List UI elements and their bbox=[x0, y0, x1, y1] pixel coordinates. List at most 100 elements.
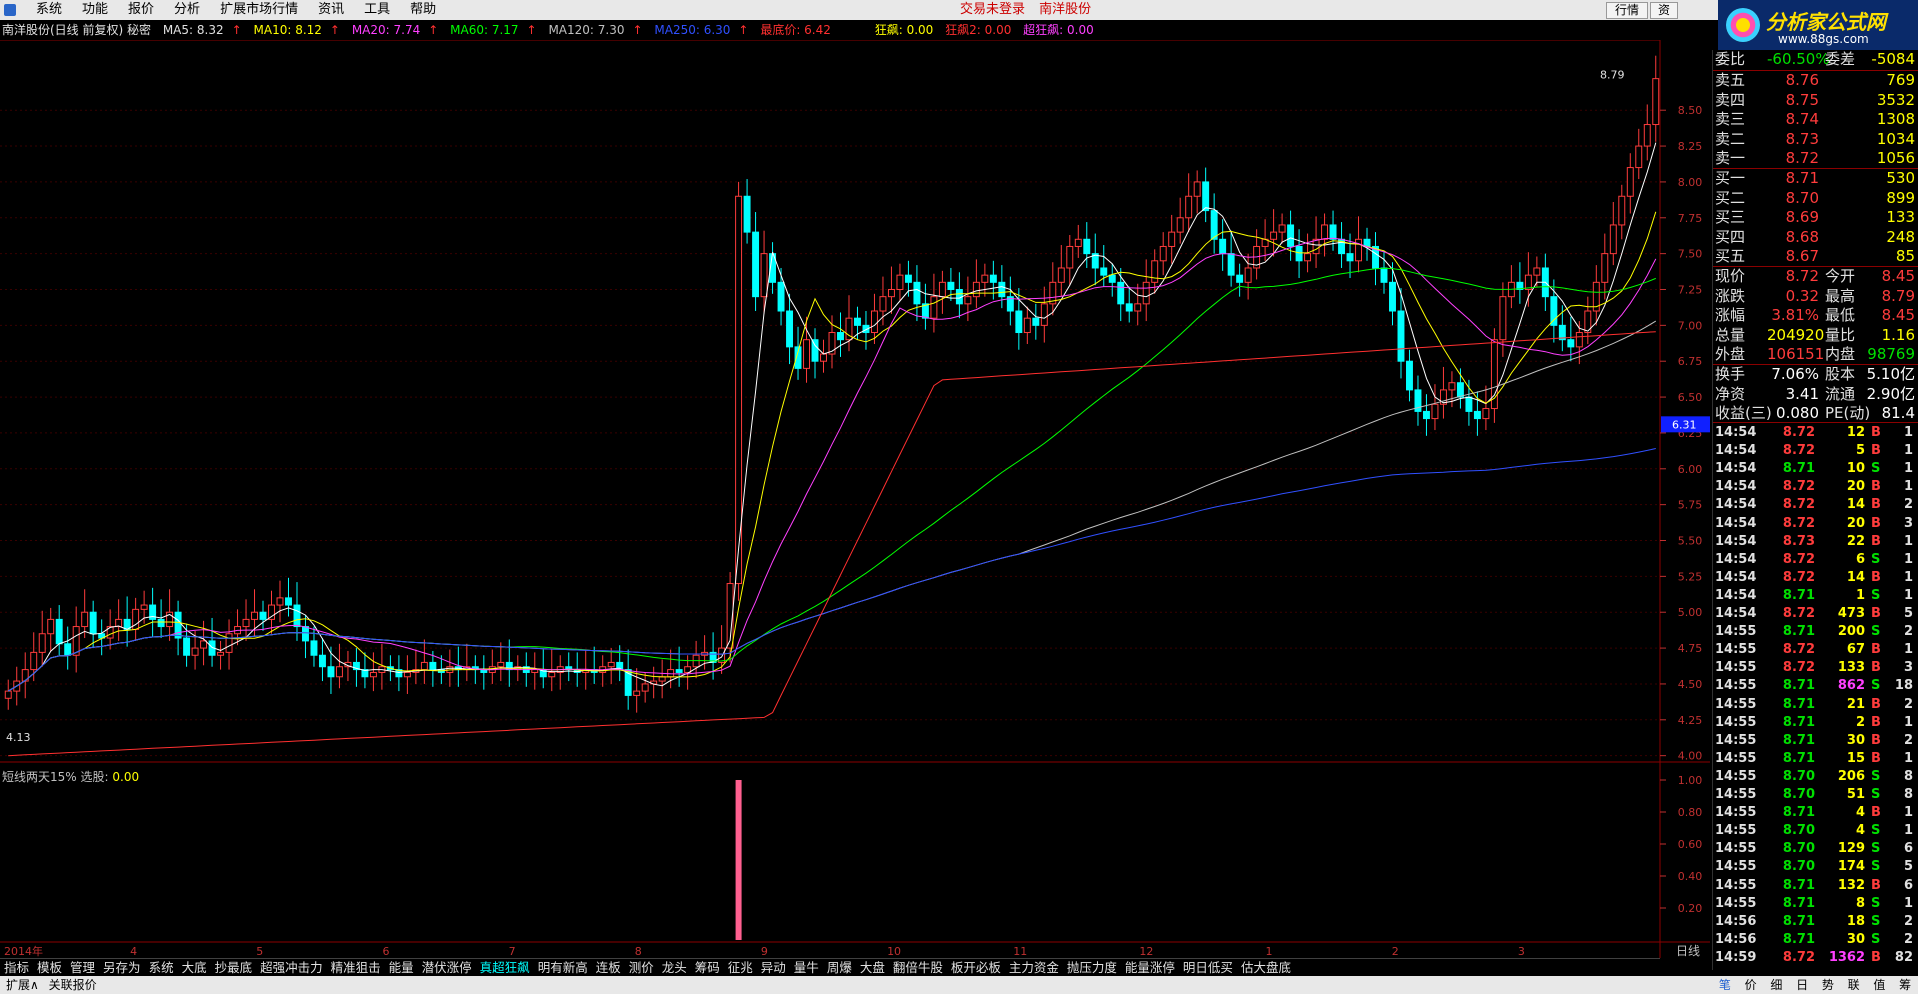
trade-login-status[interactable]: 交易未登录 bbox=[960, 2, 1025, 17]
formula-tab[interactable]: 另存为 bbox=[99, 959, 145, 977]
menu-help[interactable]: 帮助 bbox=[400, 0, 446, 20]
formula-tab[interactable]: 能量涨停 bbox=[1121, 959, 1179, 977]
up-arrow-icon: ↑ bbox=[632, 23, 643, 37]
k-line-chart[interactable]: 8.508.258.007.757.507.257.006.756.506.25… bbox=[0, 40, 1710, 958]
quote-tab[interactable]: 值 bbox=[1867, 976, 1893, 994]
candle-body bbox=[55, 618, 63, 645]
formula-tab[interactable]: 主力资金 bbox=[1005, 959, 1063, 977]
quote-tab[interactable]: 笔 bbox=[1712, 976, 1738, 994]
formula-tab[interactable]: 征兆 bbox=[724, 959, 757, 977]
quote-tab[interactable]: 筹 bbox=[1892, 976, 1918, 994]
formula-tab[interactable]: 筹码 bbox=[691, 959, 724, 977]
fund-row-cell: 2.90亿 bbox=[1866, 384, 1915, 403]
menu-bar: 系统 功能 报价 分析 扩展市场行情 资讯 工具 帮助 交易未登录 南洋股份 行… bbox=[0, 0, 1918, 20]
quote-tab[interactable]: 价 bbox=[1738, 976, 1764, 994]
candle-body bbox=[217, 651, 225, 656]
candle-body bbox=[531, 669, 539, 673]
menu-quote[interactable]: 报价 bbox=[118, 0, 164, 20]
quote-tab[interactable]: 势 bbox=[1815, 976, 1841, 994]
formula-tab[interactable]: 板开必板 bbox=[947, 959, 1005, 977]
candle-body bbox=[200, 640, 208, 649]
formula-tab[interactable]: 异动 bbox=[757, 959, 790, 977]
formula-tab[interactable]: 超强冲击力 bbox=[256, 959, 327, 977]
buy-level-cell: 8.67 bbox=[1785, 247, 1819, 265]
tick-row: 14:55 8.70 51 S 8 bbox=[1715, 786, 1917, 804]
formula-tab-bar: 指标 模板 管理 另存为 系统 大底 抄最底 超强冲击力 精准狙击 能量 潜伏涨停 真超狂飙 明有新高连… bbox=[0, 958, 1660, 977]
y-tick-label: 7.75 bbox=[1678, 212, 1703, 225]
formula-tab[interactable]: 周爆 bbox=[823, 959, 856, 977]
candle-body bbox=[1117, 281, 1125, 305]
formula-tab[interactable]: 估大盘底 bbox=[1237, 959, 1295, 977]
tick-cell: 8 bbox=[1903, 787, 1913, 802]
menu-info[interactable]: 资讯 bbox=[308, 0, 354, 20]
menu-tools[interactable]: 工具 bbox=[354, 0, 400, 20]
info-button[interactable]: 资 bbox=[1650, 2, 1678, 19]
formula-tab[interactable]: 抛压力度 bbox=[1063, 959, 1121, 977]
formula-tab[interactable]: 抄最底 bbox=[211, 959, 257, 977]
tick-cell: 8.71 bbox=[1782, 750, 1815, 766]
formula-tab[interactable]: 龙头 bbox=[658, 959, 691, 977]
formula-tab[interactable]: 连板 bbox=[592, 959, 625, 977]
ma20-value: MA20: 7.74 bbox=[351, 23, 421, 37]
quote-tab[interactable]: 联 bbox=[1841, 976, 1867, 994]
tick-cell: S bbox=[1871, 859, 1881, 875]
formula-tab[interactable]: 系统 bbox=[145, 959, 178, 977]
tick-row: 14:54 8.72 473 B 5 bbox=[1715, 605, 1917, 623]
tick-cell: 14:56 bbox=[1715, 913, 1757, 929]
formula-tab[interactable]: 大底 bbox=[178, 959, 211, 977]
month-label: 2 bbox=[1392, 945, 1399, 958]
formula-tab[interactable]: 明日低买 bbox=[1179, 959, 1237, 977]
quote-button[interactable]: 行情 bbox=[1606, 2, 1648, 19]
formula-tab[interactable]: 翻倍牛股 bbox=[889, 959, 947, 977]
menu-system[interactable]: 系统 bbox=[26, 0, 72, 20]
fund-row-cell: 0.080 bbox=[1776, 404, 1819, 422]
candle-body bbox=[1083, 238, 1091, 255]
formula-tab[interactable]: 量牛 bbox=[790, 959, 823, 977]
sell-level-cell: 1056 bbox=[1876, 149, 1915, 167]
candle-body bbox=[667, 669, 675, 678]
tick-cell: 67 bbox=[1846, 642, 1865, 658]
formula-tab[interactable]: 精准狙击 bbox=[327, 959, 385, 977]
buy-level-cell: 85 bbox=[1895, 247, 1915, 265]
tick-cell: S bbox=[1871, 895, 1881, 911]
formula-tab[interactable]: 能量 bbox=[385, 959, 418, 977]
formula-tab[interactable]: 大盘 bbox=[856, 959, 889, 977]
tick-cell: S bbox=[1871, 823, 1881, 839]
related-quote-button[interactable]: 关联报价 bbox=[49, 978, 97, 992]
tick-cell: 8.71 bbox=[1782, 877, 1815, 893]
expand-button[interactable]: 扩展∧ bbox=[6, 978, 39, 992]
menu-analysis[interactable]: 分析 bbox=[164, 0, 210, 20]
formula-tab[interactable]: 模板 bbox=[33, 959, 66, 977]
tick-cell: B bbox=[1871, 497, 1881, 513]
tick-cell: B bbox=[1871, 714, 1881, 730]
menu-function[interactable]: 功能 bbox=[72, 0, 118, 20]
candle-body bbox=[285, 597, 292, 606]
formula-tab[interactable]: 管理 bbox=[66, 959, 99, 977]
candle-body bbox=[1448, 382, 1456, 391]
tick-cell: 18 bbox=[1894, 678, 1913, 694]
candle-body bbox=[1236, 274, 1244, 283]
order-ratio-row: 委比 -60.50% 委差 -5084 bbox=[1715, 50, 1917, 69]
formula-tab[interactable]: 明有新高 bbox=[534, 959, 592, 977]
quote-tab[interactable]: 日 bbox=[1789, 976, 1815, 994]
ma250-value: MA250: 6.30 bbox=[654, 23, 731, 37]
tick-cell: 14:54 bbox=[1715, 606, 1757, 621]
tick-row: 14:55 8.70 4 S 1 bbox=[1715, 822, 1917, 840]
formula-tab[interactable]: 测价 bbox=[625, 959, 658, 977]
month-label: 3 bbox=[1518, 945, 1525, 958]
sell-level: 卖五 8.76 769 bbox=[1715, 71, 1917, 90]
candle-body bbox=[47, 618, 55, 635]
quote-tab[interactable]: 细 bbox=[1764, 976, 1790, 994]
formula-tab[interactable]: 潜伏涨停 bbox=[418, 959, 476, 977]
formula-tab[interactable]: 真超狂飙 bbox=[476, 959, 534, 977]
tick-cell: 1 bbox=[1903, 714, 1913, 730]
up-arrow-icon: ↑ bbox=[738, 23, 749, 37]
menu-extended-market[interactable]: 扩展市场行情 bbox=[210, 0, 308, 20]
buy-level: 买一 8.71 530 bbox=[1715, 169, 1917, 188]
candle-body bbox=[947, 281, 955, 290]
period-label[interactable]: 日线 bbox=[1666, 942, 1710, 958]
brand-logo: 分析家公式网 www.88gs.com bbox=[1718, 0, 1918, 50]
formula-tab[interactable]: 指标 bbox=[0, 959, 33, 977]
tick-cell: 10 bbox=[1846, 461, 1865, 477]
candle-body bbox=[896, 274, 904, 290]
